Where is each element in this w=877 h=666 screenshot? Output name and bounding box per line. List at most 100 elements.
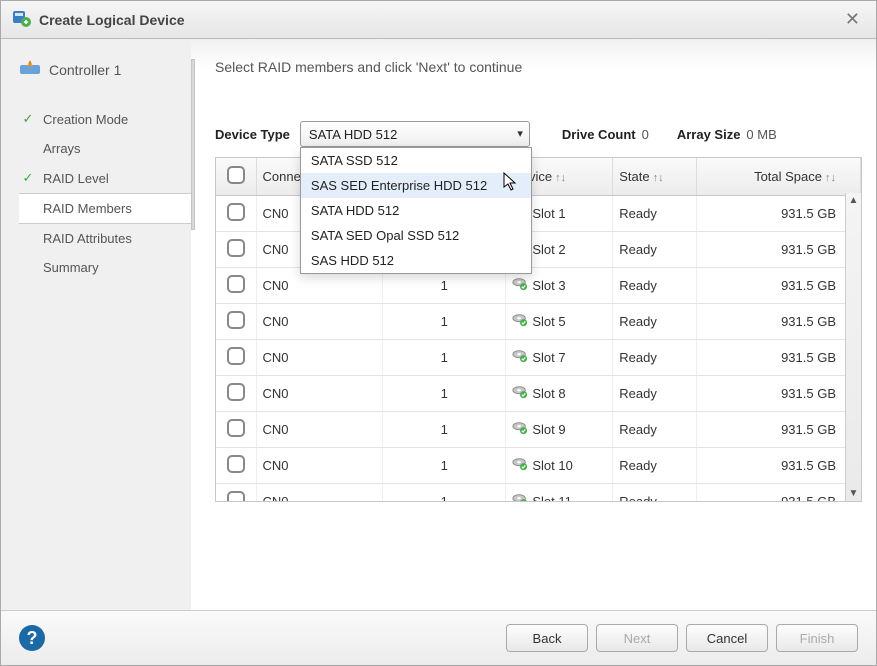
- device-type-option[interactable]: SATA SED Opal SSD 512: [301, 223, 531, 248]
- disk-ok-icon: [512, 385, 528, 402]
- sort-icon: ↑↓: [555, 172, 566, 184]
- row-checkbox[interactable]: [227, 311, 245, 329]
- finish-button[interactable]: Finish: [776, 624, 858, 652]
- row-checkbox[interactable]: [227, 203, 245, 221]
- row-checkbox[interactable]: [227, 455, 245, 473]
- cell-space: 931.5 GB: [696, 376, 860, 412]
- cell-device: Slot 7: [506, 340, 613, 376]
- wizard-step-arrays[interactable]: Arrays: [19, 134, 185, 163]
- cell-enclosure: 1: [383, 304, 506, 340]
- col-total-space[interactable]: Total Space↑↓: [696, 158, 860, 196]
- device-type-option[interactable]: SATA HDD 512: [301, 198, 531, 223]
- wizard-step-raid-attributes[interactable]: RAID Attributes: [19, 224, 185, 253]
- checkbox-icon[interactable]: [227, 166, 245, 184]
- cell-device: Slot 9: [506, 412, 613, 448]
- cell-space: 931.5 GB: [696, 268, 860, 304]
- wizard-step-raid-level[interactable]: ✓ RAID Level: [19, 163, 185, 193]
- drive-count-label: Drive Count: [562, 127, 636, 142]
- cell-state: Ready: [613, 232, 696, 268]
- cell-space: 931.5 GB: [696, 448, 860, 484]
- cell-connector: CN0: [256, 304, 383, 340]
- sort-icon: ↑↓: [653, 172, 664, 184]
- cell-device: Slot 5: [506, 304, 613, 340]
- table-row[interactable]: CN01Slot 11Ready931.5 GB: [216, 484, 861, 503]
- cell-connector: CN0: [256, 376, 383, 412]
- main-panel: Select RAID members and click 'Next' to …: [195, 39, 876, 610]
- device-type-option[interactable]: SAS HDD 512: [301, 248, 531, 273]
- app-icon: [11, 8, 31, 31]
- back-button[interactable]: Back: [506, 624, 588, 652]
- cell-connector: CN0: [256, 340, 383, 376]
- device-type-option[interactable]: SAS SED Enterprise HDD 512: [301, 173, 531, 198]
- row-checkbox[interactable]: [227, 347, 245, 365]
- cell-device: Slot 8: [506, 376, 613, 412]
- row-checkbox[interactable]: [227, 419, 245, 437]
- window-title: Create Logical Device: [39, 12, 839, 28]
- check-icon: ✓: [21, 111, 35, 127]
- wizard-step-summary[interactable]: Summary: [19, 253, 185, 282]
- wizard-sidebar: ! Controller 1 ✓ Creation Mode Arrays ✓ RAID…: [1, 39, 191, 610]
- disk-ok-icon: [512, 421, 528, 438]
- instruction-text: Select RAID members and click 'Next' to …: [215, 59, 862, 75]
- cell-state: Ready: [613, 340, 696, 376]
- controller-label: Controller 1: [49, 62, 121, 78]
- titlebar: Create Logical Device ✕: [1, 1, 876, 39]
- next-button[interactable]: Next: [596, 624, 678, 652]
- step-label: Creation Mode: [43, 112, 128, 127]
- col-select-all[interactable]: [216, 158, 256, 196]
- step-label: RAID Attributes: [43, 231, 132, 246]
- row-checkbox[interactable]: [227, 491, 245, 502]
- cell-device: Slot 11: [506, 484, 613, 503]
- disk-ok-icon: [512, 493, 528, 502]
- content-area: ! Controller 1 ✓ Creation Mode Arrays ✓ RAID…: [1, 39, 876, 610]
- cell-device: Slot 10: [506, 448, 613, 484]
- controls-row: Device Type SATA HDD 512 ▾ SATA SSD 512S…: [215, 121, 862, 147]
- step-label: RAID Members: [43, 201, 132, 216]
- table-row[interactable]: CN01Slot 9Ready931.5 GB: [216, 412, 861, 448]
- cell-state: Ready: [613, 412, 696, 448]
- help-icon[interactable]: ?: [19, 625, 45, 651]
- wizard-step-raid-members[interactable]: RAID Members: [19, 193, 191, 224]
- check-icon: ✓: [21, 170, 35, 186]
- cell-space: 931.5 GB: [696, 412, 860, 448]
- controller-icon: !: [19, 59, 41, 80]
- cell-state: Ready: [613, 484, 696, 503]
- cell-enclosure: 1: [383, 448, 506, 484]
- cell-enclosure: 1: [383, 376, 506, 412]
- cell-space: 931.5 GB: [696, 196, 860, 232]
- cell-space: 931.5 GB: [696, 304, 860, 340]
- row-checkbox[interactable]: [227, 275, 245, 293]
- col-state[interactable]: State↑↓: [613, 158, 696, 196]
- table-row[interactable]: CN01Slot 5Ready931.5 GB: [216, 304, 861, 340]
- cell-space: 931.5 GB: [696, 484, 860, 503]
- row-checkbox[interactable]: [227, 383, 245, 401]
- scroll-up-icon[interactable]: ▲: [849, 195, 859, 206]
- cell-connector: CN0: [256, 448, 383, 484]
- wizard-step-creation-mode[interactable]: ✓ Creation Mode: [19, 104, 185, 134]
- step-label: Arrays: [43, 141, 81, 156]
- scrollbar[interactable]: ▲ ▼: [845, 193, 861, 501]
- chevron-down-icon: ▾: [517, 127, 523, 140]
- array-size-value: 0 MB: [746, 127, 776, 142]
- cell-state: Ready: [613, 268, 696, 304]
- cell-connector: CN0: [256, 412, 383, 448]
- close-icon[interactable]: ✕: [839, 5, 866, 34]
- disk-ok-icon: [512, 313, 528, 330]
- table-row[interactable]: CN01Slot 10Ready931.5 GB: [216, 448, 861, 484]
- cell-state: Ready: [613, 448, 696, 484]
- disk-ok-icon: [512, 457, 528, 474]
- scroll-down-icon[interactable]: ▼: [849, 488, 859, 499]
- row-checkbox[interactable]: [227, 239, 245, 257]
- table-row[interactable]: CN01Slot 8Ready931.5 GB: [216, 376, 861, 412]
- step-label: RAID Level: [43, 171, 109, 186]
- table-row[interactable]: CN01Slot 7Ready931.5 GB: [216, 340, 861, 376]
- device-type-label: Device Type: [215, 127, 290, 142]
- cell-enclosure: 1: [383, 484, 506, 503]
- device-type-select[interactable]: SATA HDD 512 ▾ SATA SSD 512SAS SED Enter…: [300, 121, 530, 147]
- step-label: Summary: [43, 260, 99, 275]
- disk-ok-icon: [512, 277, 528, 294]
- cancel-button[interactable]: Cancel: [686, 624, 768, 652]
- device-type-option[interactable]: SATA SSD 512: [301, 148, 531, 173]
- cell-enclosure: 1: [383, 412, 506, 448]
- cell-state: Ready: [613, 304, 696, 340]
